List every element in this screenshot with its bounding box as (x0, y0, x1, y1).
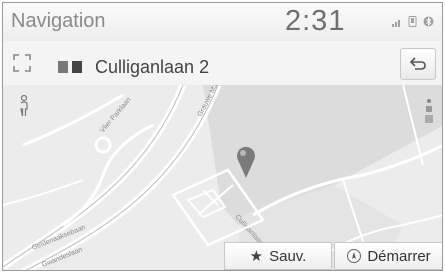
destination-name: Culliganlaan 2 (95, 57, 210, 77)
route-bar: Culliganlaan 2 (3, 41, 442, 86)
back-arrow-icon (409, 57, 426, 70)
star-icon: ★ (249, 248, 264, 265)
person-icon[interactable] (17, 94, 31, 117)
status-bar: Navigation 2:31 (3, 3, 442, 42)
signal-icon (392, 17, 402, 31)
destination-flag-icon (58, 61, 86, 73)
save-label: Sauv. (269, 247, 307, 265)
back-button[interactable] (400, 48, 436, 80)
start-label: Démarrer (367, 247, 431, 265)
bluetooth-icon (423, 16, 434, 31)
navigation-screen: Navigation 2:31 Culliganlaan 2 Grauwe Ma… (2, 2, 443, 271)
app-title: Navigation (11, 10, 106, 32)
save-button[interactable]: ★ Sauv. (224, 242, 332, 270)
start-button[interactable]: Démarrer (334, 242, 442, 270)
phone-icon (408, 16, 417, 31)
status-icons (392, 16, 434, 31)
poi-icon[interactable] (422, 97, 436, 125)
location-pin-icon[interactable] (235, 145, 257, 179)
expand-icon[interactable] (13, 54, 31, 72)
start-navigation-icon (347, 249, 362, 263)
clock: 2:31 (285, 5, 346, 37)
